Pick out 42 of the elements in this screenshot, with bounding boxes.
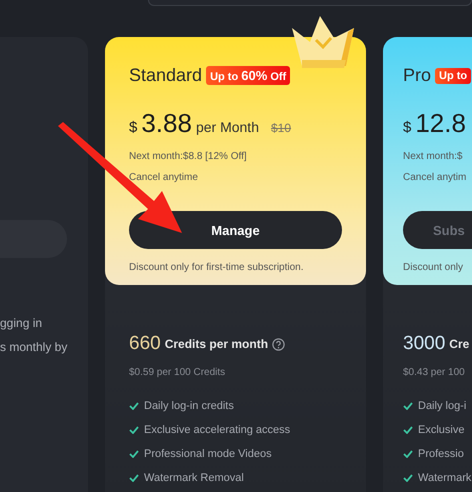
discount-note: Discount only: [403, 262, 464, 273]
feature-text: Exclusive accelerating access: [144, 424, 290, 436]
plan-name: Pro: [403, 65, 432, 86]
credit-rate: $0.43 per 100: [403, 367, 466, 378]
feature-text: Watermark Removal: [144, 472, 244, 484]
feature-text: gging in: [0, 316, 44, 330]
feature-text: Watermark: [418, 472, 472, 484]
feature-text: s monthly by: [0, 340, 68, 354]
check-icon: [129, 450, 139, 458]
check-icon: [129, 426, 139, 434]
check-icon: [129, 474, 139, 482]
credits-count: 3000: [403, 333, 446, 355]
check-icon: [403, 450, 413, 458]
check-icon: [403, 474, 413, 482]
feature-text: Professional mode Videos: [144, 448, 272, 460]
feature-text: Daily log-in credits: [144, 400, 234, 412]
feature-text: Daily log-i: [418, 400, 466, 412]
check-icon: [403, 402, 413, 410]
cancel-note: Cancel anytime: [129, 172, 199, 183]
currency-sign: $: [129, 119, 138, 136]
plan-name: Standard: [129, 65, 202, 86]
price-period: per Month: [196, 119, 259, 135]
feature-text: Professio: [418, 448, 464, 460]
next-month-price: Next month:$: [403, 151, 464, 162]
discount-badge: Up to: [435, 68, 472, 84]
next-month-price: Next month:$8.8 [12% Off]: [129, 151, 248, 162]
credits-count: 660: [129, 333, 161, 355]
help-icon[interactable]: [272, 338, 286, 350]
discount-note: Discount only for first-time subscription.: [129, 262, 305, 273]
credits-label: Credits per month: [164, 337, 268, 351]
credit-rate: $0.59 per 100 Credits: [129, 367, 226, 378]
check-icon: [129, 402, 139, 410]
feature-text: Exclusive: [418, 424, 464, 436]
discount-badge: Up to 60% Off: [206, 66, 290, 85]
currency-sign: $: [403, 119, 412, 136]
cancel-note: Cancel anytim: [403, 172, 468, 183]
old-price: $10: [271, 121, 292, 135]
price: 3.88: [141, 108, 192, 139]
credits-label: Cre: [449, 337, 470, 351]
price: 12.8: [415, 108, 466, 139]
plan-button[interactable]: Manage: [129, 211, 342, 249]
check-icon: [403, 426, 413, 434]
